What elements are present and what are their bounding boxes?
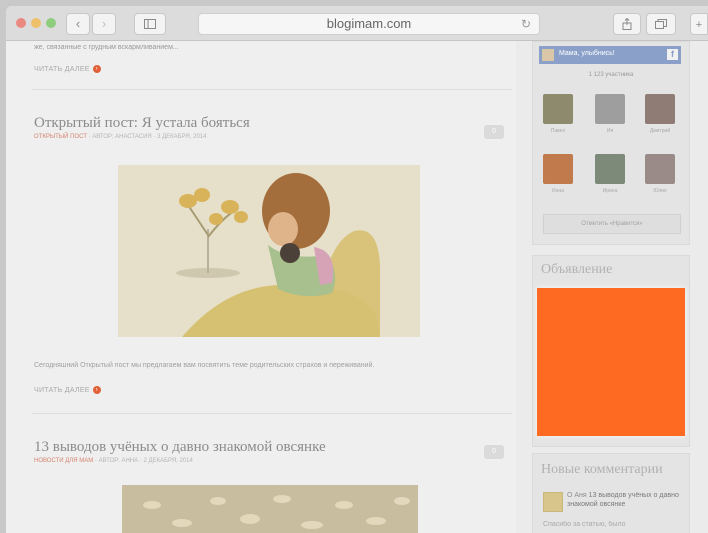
sidebar-icon (144, 19, 156, 29)
facebook-member-count: 1 123 участника (588, 72, 634, 78)
facebook-page-name: Мама, улыбнись! (559, 50, 615, 57)
facebook-like-button[interactable]: Отметить «Нравится» (543, 214, 681, 234)
post-illustration[interactable] (122, 485, 418, 533)
read-more-link[interactable]: ЧИТАТЬ ДАЛЕЕ › (34, 386, 101, 394)
chevron-left-icon: ‹ (75, 16, 81, 31)
read-more-label: ЧИТАТЬ ДАЛЕЕ (34, 65, 90, 73)
read-more-label: ЧИТАТЬ ДАЛЕЕ (34, 386, 90, 394)
commenter-name: О Аня (567, 492, 587, 499)
post-excerpt: Сегодняшний Открытый пост мы предлагаем … (34, 362, 375, 369)
ads-title: Объявление (541, 262, 613, 277)
new-comments-title: Новые комментарии (541, 462, 663, 477)
facebook-header[interactable]: Мама, улыбнись! f (539, 46, 681, 64)
facebook-f-icon: f (667, 49, 678, 60)
address-bar[interactable]: blogimam.com ↻ (198, 13, 540, 35)
previous-excerpt-tail: же, связанные с грудным вскармливанием..… (34, 44, 179, 51)
share-button[interactable] (613, 13, 641, 35)
plus-icon: + (695, 19, 703, 31)
comment-snippet: Спасибо за статью, было (543, 521, 626, 528)
member-avatar[interactable] (645, 94, 675, 124)
close-window-button[interactable] (16, 18, 26, 28)
share-icon (622, 17, 632, 30)
post-meta: ОТКРЫТЫЙ ПОСТ · АВТОР: АНАСТАСИЯ · 3 ДЕК… (34, 134, 207, 140)
post-title-link[interactable]: 13 выводов учёных о давно знакомой овсян… (34, 439, 326, 456)
zoom-window-button[interactable] (46, 18, 56, 28)
post-illustration[interactable] (118, 165, 420, 337)
post-divider (32, 89, 512, 90)
sidebar-toggle-button[interactable] (134, 13, 166, 35)
page-logo-icon (542, 49, 554, 61)
member-avatar[interactable] (595, 94, 625, 124)
comment-entry[interactable]: О Аня 13 выводов учёных о давно знакомой… (567, 491, 679, 509)
browser-toolbar: ‹ › blogimam.com ↻ + (6, 6, 708, 41)
url-text: blogimam.com (326, 16, 412, 31)
member-avatar[interactable] (645, 154, 675, 184)
member-name: Ия (606, 128, 614, 134)
post-meta: НОВОСТИ ДЛЯ МАМ · АВТОР: АННА · 2 ДЕКАБР… (34, 458, 193, 464)
tabs-overview-button[interactable] (646, 13, 676, 35)
post-category-link[interactable]: ОТКРЫТЫЙ ПОСТ (34, 134, 87, 140)
browser-window: ‹ › blogimam.com ↻ + же, связанные с гру… (6, 6, 708, 533)
post-title-link[interactable]: Открытый пост: Я устала бояться (34, 115, 250, 132)
comment-count-badge[interactable]: 0 (484, 125, 504, 139)
web-page: же, связанные с грудным вскармливанием..… (6, 41, 708, 533)
forward-button[interactable]: › (92, 13, 116, 35)
member-avatar[interactable] (543, 154, 573, 184)
minimize-window-button[interactable] (31, 18, 41, 28)
post-author-date: АВТОР: АНАСТАСИЯ · 3 ДЕКАБРЯ, 2014 (92, 134, 207, 140)
illustration-mother-child (118, 165, 420, 337)
facebook-widget: Мама, улыбнись! f 1 123 участника Павел … (532, 41, 690, 245)
arrow-right-icon: › (92, 65, 101, 73)
chevron-right-icon: › (101, 16, 107, 31)
main-content: же, связанные с грудным вскармливанием..… (6, 41, 516, 533)
tabs-icon (655, 19, 667, 29)
member-name: Павел (550, 128, 566, 134)
oatmeal-photo (122, 485, 418, 533)
ads-widget: Объявление (532, 255, 690, 447)
commenter-avatar[interactable] (543, 492, 563, 512)
reload-icon[interactable]: ↻ (521, 14, 531, 34)
post-divider (32, 413, 512, 414)
member-avatar[interactable] (595, 154, 625, 184)
member-name: Юлия (653, 188, 667, 194)
member-name: Ирина (602, 188, 618, 194)
new-tab-button[interactable]: + (690, 13, 708, 35)
member-avatar[interactable] (543, 94, 573, 124)
comment-count-badge[interactable]: 0 (484, 445, 504, 459)
member-name: Дмитрий (649, 128, 671, 134)
ad-banner[interactable] (537, 288, 685, 436)
back-button[interactable]: ‹ (66, 13, 90, 35)
member-name: Инна (552, 188, 564, 194)
sidebar: Мама, улыбнись! f 1 123 участника Павел … (532, 41, 692, 533)
post-category-link[interactable]: НОВОСТИ ДЛЯ МАМ (34, 458, 93, 464)
read-more-link[interactable]: ЧИТАТЬ ДАЛЕЕ › (34, 65, 101, 73)
new-comments-widget: Новые комментарии О Аня 13 выводов учёны… (532, 453, 690, 533)
post-author-date: АВТОР: АННА · 2 ДЕКАБРЯ, 2014 (98, 458, 193, 464)
arrow-right-icon: › (92, 386, 101, 394)
